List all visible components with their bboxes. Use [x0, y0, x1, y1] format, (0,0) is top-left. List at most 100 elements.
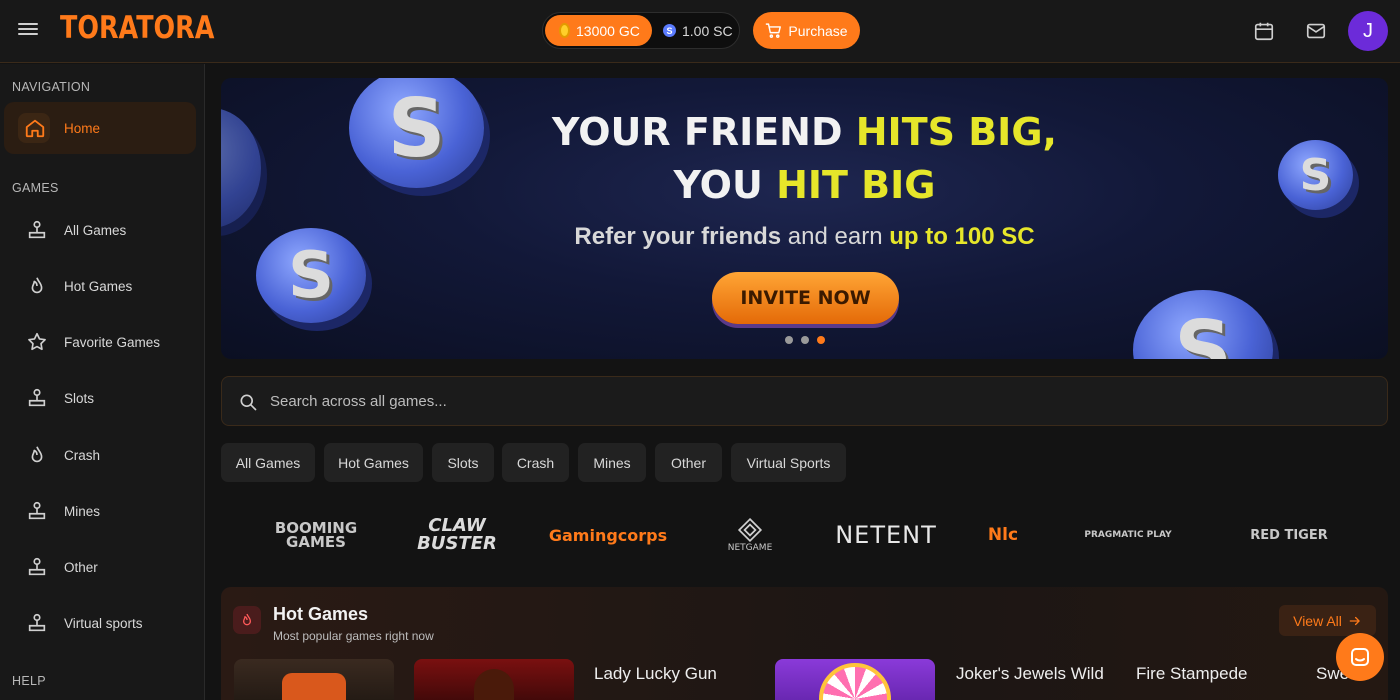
star-icon [28, 332, 46, 351]
home-icon [25, 119, 45, 138]
games-heading: GAMES [12, 181, 59, 195]
joystick-icon [28, 557, 46, 576]
banner-highlight: HITS BIG, [855, 110, 1057, 154]
game-art [474, 669, 514, 700]
sidebar-item-label: Crash [64, 447, 101, 463]
joystick-icon [28, 613, 46, 632]
game-search[interactable] [221, 376, 1388, 426]
sidebar: NAVIGATION Home GAMES All Games Hot Game… [0, 64, 205, 700]
filter-chip-mines[interactable]: Mines [578, 443, 646, 482]
filter-chip-crash[interactable]: Crash [502, 443, 569, 482]
sidebar-item-crash[interactable]: Crash [4, 429, 196, 481]
sidebar-item-mines[interactable]: Mines [4, 485, 196, 537]
provider-red-tiger[interactable]: RED TIGER [1238, 510, 1340, 560]
sc-balance-text: 1.00 SC [682, 22, 733, 39]
banner-text: YOU [673, 163, 777, 207]
provider-booming-games[interactable]: BOOMING GAMES [270, 510, 362, 560]
game-title[interactable]: Joker's Jewels Wild [956, 664, 1104, 684]
sidebar-item-label: All Games [64, 222, 127, 238]
provider-text: NETGAME [727, 543, 773, 553]
search-input[interactable] [270, 377, 1370, 425]
sidebar-item-label: Mines [64, 503, 101, 519]
cart-icon [766, 23, 782, 38]
banner-subtitle: Refer your friends and earn up to 100 SC [221, 223, 1388, 251]
navigation-heading: NAVIGATION [12, 80, 91, 94]
flame-icon [233, 606, 261, 634]
sidebar-item-hot-games[interactable]: Hot Games [4, 260, 196, 312]
banner-sub-bold: Refer your friends [574, 223, 782, 250]
banner-sub-highlight: up to 100 SC [889, 223, 1035, 250]
user-avatar[interactable]: J [1348, 11, 1388, 51]
provider-netgame[interactable]: NETGAME [718, 510, 782, 560]
provider-nlc[interactable]: Nlc [982, 510, 1024, 560]
banner-text: YOUR FRIEND [552, 110, 856, 154]
gold-coin-balance[interactable]: 13000 GC [545, 15, 652, 46]
hot-games-section: Hot Games Most popular games right now V… [221, 587, 1388, 700]
provider-text: GAMES [286, 533, 346, 551]
purchase-label: Purchase [788, 22, 848, 39]
provider-netent[interactable]: NETENT [835, 510, 936, 560]
sidebar-item-other[interactable]: Other [4, 541, 196, 593]
sidebar-item-label: Virtual sports [64, 615, 143, 631]
sidebar-item-virtual-sports[interactable]: Virtual sports [4, 597, 196, 649]
netgame-logo-icon [737, 517, 763, 543]
gold-coin-icon [559, 23, 570, 38]
support-chat-button[interactable] [1336, 633, 1384, 681]
carousel-dot[interactable] [785, 336, 793, 344]
provider-text: BUSTER [417, 533, 497, 554]
filter-chip-virtual-sports[interactable]: Virtual Sports [731, 443, 846, 482]
purchase-button[interactable]: Purchase [753, 12, 860, 49]
calendar-icon[interactable] [1253, 20, 1275, 42]
filter-chip-all-games[interactable]: All Games [221, 443, 315, 482]
arrow-right-icon [1349, 616, 1360, 625]
filter-chip-hot-games[interactable]: Hot Games [324, 443, 423, 482]
carousel-dot-active[interactable] [817, 336, 825, 344]
sidebar-item-label: Slots [64, 390, 95, 406]
sidebar-item-home[interactable]: Home [4, 102, 196, 154]
provider-pragmatic-play[interactable]: PRAGMATIC PLAY [1080, 510, 1176, 560]
sidebar-item-label: Hot Games [64, 278, 133, 294]
hot-games-title: Hot Games [273, 604, 369, 624]
search-icon [240, 394, 257, 411]
filter-chip-other[interactable]: Other [655, 443, 722, 482]
banner-sub-text: and earn [781, 223, 890, 250]
hamburger-menu-icon[interactable] [18, 20, 38, 40]
game-thumbnail[interactable] [414, 659, 574, 700]
sidebar-item-slots[interactable]: Slots [4, 372, 196, 424]
joystick-icon [28, 501, 46, 520]
banner-headline-line2: YOU HIT BIG [221, 163, 1388, 207]
invite-now-button[interactable]: INVITE NOW [712, 272, 899, 324]
view-all-label: View All [1293, 612, 1342, 629]
joystick-icon [28, 220, 46, 239]
sidebar-item-all-games[interactable]: All Games [4, 204, 196, 256]
game-thumbnail[interactable] [775, 659, 935, 700]
sidebar-item-favorite-games[interactable]: Favorite Games [4, 316, 196, 368]
chat-icon [1351, 648, 1369, 666]
coin-decoration-icon: S [1133, 290, 1273, 359]
sidebar-item-label: Favorite Games [64, 334, 161, 350]
game-thumbnail[interactable] [234, 659, 394, 700]
view-all-button[interactable]: View All [1279, 605, 1376, 636]
provider-gamingcorps[interactable]: Gamingcorps [548, 510, 668, 560]
game-title[interactable]: Fire Stampede [1136, 664, 1248, 684]
filter-chip-slots[interactable]: Slots [432, 443, 494, 482]
flame-icon [31, 446, 43, 463]
wallet-balance[interactable]: 13000 GC S 1.00 SC [542, 12, 740, 49]
logo[interactable]: TORATORA [60, 10, 214, 46]
help-heading: HELP [12, 674, 46, 688]
top-header: TORATORA 13000 GC S 1.00 SC Purchase J [0, 0, 1400, 63]
provider-claw-buster[interactable]: CLAW BUSTER [416, 510, 498, 560]
game-title[interactable]: Lady Lucky Gun [594, 664, 717, 684]
hot-games-subtitle: Most popular games right now [273, 629, 434, 643]
joystick-icon [28, 388, 46, 407]
gc-balance-text: 13000 GC [576, 22, 640, 39]
game-art [282, 673, 346, 700]
banner-headline-line1: YOUR FRIEND HITS BIG, [221, 110, 1388, 154]
sidebar-item-label: Home [64, 120, 101, 136]
mail-icon[interactable] [1305, 20, 1327, 42]
sweeps-coin-icon: S [663, 24, 676, 37]
flame-icon [31, 277, 43, 294]
game-art [819, 663, 891, 700]
sweeps-coin-balance[interactable]: S 1.00 SC [663, 13, 733, 48]
carousel-dot[interactable] [801, 336, 809, 344]
